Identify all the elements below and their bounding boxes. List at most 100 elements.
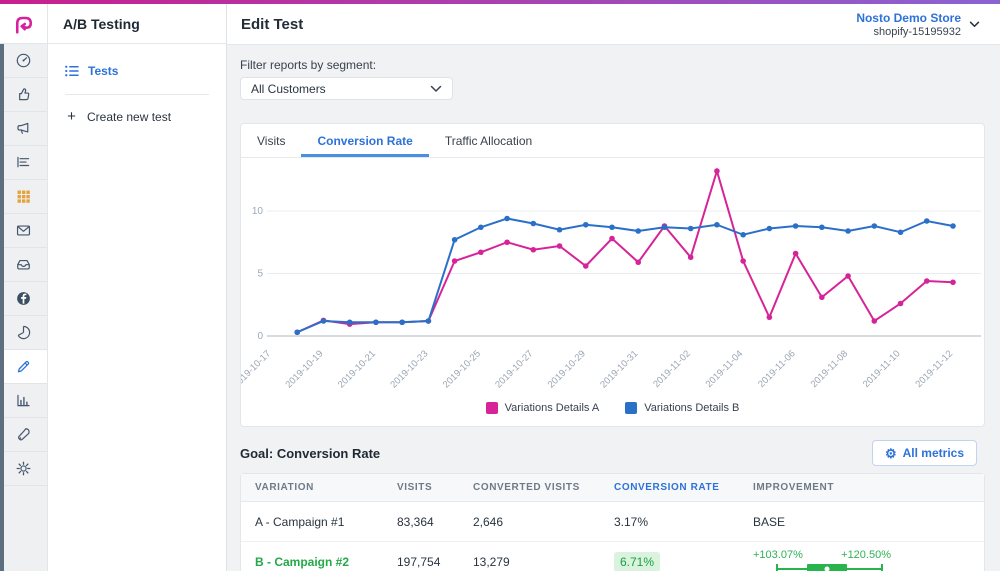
create-new-test-label: Create new test (87, 110, 171, 124)
nosto-logo-icon (12, 12, 36, 36)
gear-icon (15, 460, 32, 477)
sidebar-divider (65, 94, 209, 95)
legend-swatch (486, 402, 498, 414)
sidebar-item-category-grid[interactable] (0, 180, 47, 214)
tab-visits[interactable]: Visits (241, 124, 301, 157)
content-area: Filter reports by segment: All Customers… (227, 45, 1000, 571)
page-title: Edit Test (241, 16, 303, 33)
variation-a-rate: 3.17% (600, 515, 739, 529)
conversion-rate-badge: 6.71% (614, 552, 660, 571)
page-header: Edit Test Nosto Demo Store shopify-15195… (227, 4, 1000, 45)
account-id: shopify-15195932 (856, 26, 961, 38)
results-table: VARIATION VISITS CONVERTED VISITS CONVER… (240, 473, 985, 571)
table-row-variation-a[interactable]: A - Campaign #1 83,364 2,646 3.17% BASE (241, 502, 984, 542)
confidence-interval-plot (776, 564, 883, 571)
wrench-icon (15, 426, 32, 443)
gear-icon: ⚙ (885, 447, 897, 460)
sidebar-item-campaigns[interactable] (0, 112, 47, 146)
sidebar-item-ab-testing[interactable] (0, 350, 47, 384)
variation-b-rate-cell: 6.71% (600, 552, 739, 571)
chart-legend: Variations Details A Variations Details B (241, 393, 984, 423)
col-improvement: IMPROVEMENT (739, 482, 984, 493)
pie-chart-icon (15, 324, 32, 341)
collapsed-nav-strip (0, 44, 4, 571)
account-name: Nosto Demo Store (856, 11, 961, 25)
variation-a-name: A - Campaign #1 (241, 515, 383, 529)
nosto-logo[interactable] (0, 4, 47, 44)
col-conversion-rate: CONVERSION RATE (600, 482, 739, 493)
legend-item: Variations Details B (625, 402, 739, 414)
chevron-down-icon (430, 85, 442, 93)
account-switcher[interactable]: Nosto Demo Store shopify-15195932 (856, 11, 980, 38)
svg-text:2019-10-25: 2019-10-25 (441, 348, 483, 390)
inbox-icon (15, 256, 32, 273)
segment-select[interactable]: All Customers (240, 77, 453, 100)
svg-text:2019-10-31: 2019-10-31 (598, 348, 640, 390)
table-row-variation-b[interactable]: B - Campaign #2 197,754 13,279 6.71% +10… (241, 542, 984, 571)
svg-text:2019-10-27: 2019-10-27 (493, 348, 535, 390)
sidebar-item-analytics[interactable] (0, 384, 47, 418)
tab-traffic-allocation[interactable]: Traffic Allocation (429, 124, 548, 157)
sidebar-item-dashboard[interactable] (0, 44, 47, 78)
sidebar-item-inbox[interactable] (0, 248, 47, 282)
svg-text:0: 0 (257, 331, 263, 342)
sidebar-item-ads[interactable] (0, 316, 47, 350)
app-window: A/B Testing Tests + Create new test (0, 0, 1000, 571)
variation-a-visits: 83,364 (383, 515, 459, 529)
sidebar-item-content[interactable] (0, 146, 47, 180)
svg-text:2019-11-02: 2019-11-02 (651, 348, 693, 390)
col-converted-visits: CONVERTED VISITS (459, 482, 600, 493)
goal-title: Goal: Conversion Rate (240, 446, 380, 461)
sidebar-item-recommendations[interactable] (0, 78, 47, 112)
svg-text:2019-11-06: 2019-11-06 (756, 348, 798, 390)
all-metrics-button[interactable]: ⚙ All metrics (872, 440, 977, 466)
svg-text:2019-10-29: 2019-10-29 (546, 348, 588, 390)
variation-b-visits: 197,754 (383, 555, 459, 569)
svg-text:2019-10-21: 2019-10-21 (336, 348, 378, 390)
table-header-row: VARIATION VISITS CONVERTED VISITS CONVER… (241, 474, 984, 502)
svg-text:5: 5 (257, 269, 263, 280)
list-icon (65, 65, 79, 77)
pencil-icon (15, 358, 32, 375)
variation-b-name: B - Campaign #2 (241, 555, 383, 569)
grid-icon (15, 188, 32, 205)
variation-a-improvement: BASE (739, 515, 984, 529)
svg-text:2019-11-10: 2019-11-10 (861, 348, 903, 390)
tab-conversion-rate[interactable]: Conversion Rate (301, 124, 428, 157)
confidence-interval-box (807, 564, 847, 571)
speedometer-icon (15, 52, 32, 69)
improvement-high-label: +120.50% (841, 549, 891, 561)
sidebar-item-facebook[interactable] (0, 282, 47, 316)
sidebar-item-settings[interactable] (0, 452, 47, 486)
all-metrics-label: All metrics (903, 446, 964, 460)
thumbs-up-icon (15, 86, 32, 103)
ab-testing-sidebar: A/B Testing Tests + Create new test (48, 4, 227, 571)
col-variation: VARIATION (241, 482, 383, 493)
legend-swatch (625, 402, 637, 414)
variation-a-converted: 2,646 (459, 515, 600, 529)
report-card: Visits Conversion Rate Traffic Allocatio… (240, 123, 985, 427)
sidebar-item-email[interactable] (0, 214, 47, 248)
variation-b-converted: 13,279 (459, 555, 600, 569)
sidebar-item-tools[interactable] (0, 418, 47, 452)
segment-select-value: All Customers (251, 82, 326, 96)
improvement-low-label: +103.07% (753, 549, 803, 561)
text-lines-icon (15, 154, 32, 171)
confidence-interval-median-dot (825, 567, 830, 571)
col-visits: VISITS (383, 482, 459, 493)
tests-label: Tests (88, 64, 118, 78)
svg-text:2019-11-12: 2019-11-12 (913, 348, 955, 390)
chevron-down-icon (969, 21, 980, 28)
bar-chart-icon (15, 392, 32, 409)
create-new-test-button[interactable]: + Create new test (65, 103, 226, 130)
svg-text:10: 10 (252, 206, 264, 217)
conversion-rate-chart: 05102019-10-172019-10-192019-10-212019-1… (241, 158, 984, 393)
facebook-icon (15, 290, 32, 307)
legend-item: Variations Details A (486, 402, 600, 414)
segment-filter-label: Filter reports by segment: (240, 58, 985, 72)
svg-text:2019-11-08: 2019-11-08 (809, 348, 851, 390)
sidebar-item-tests[interactable]: Tests (65, 58, 226, 84)
main-area: Edit Test Nosto Demo Store shopify-15195… (227, 4, 1000, 571)
svg-text:2019-10-19: 2019-10-19 (283, 348, 325, 390)
envelope-icon (15, 222, 32, 239)
